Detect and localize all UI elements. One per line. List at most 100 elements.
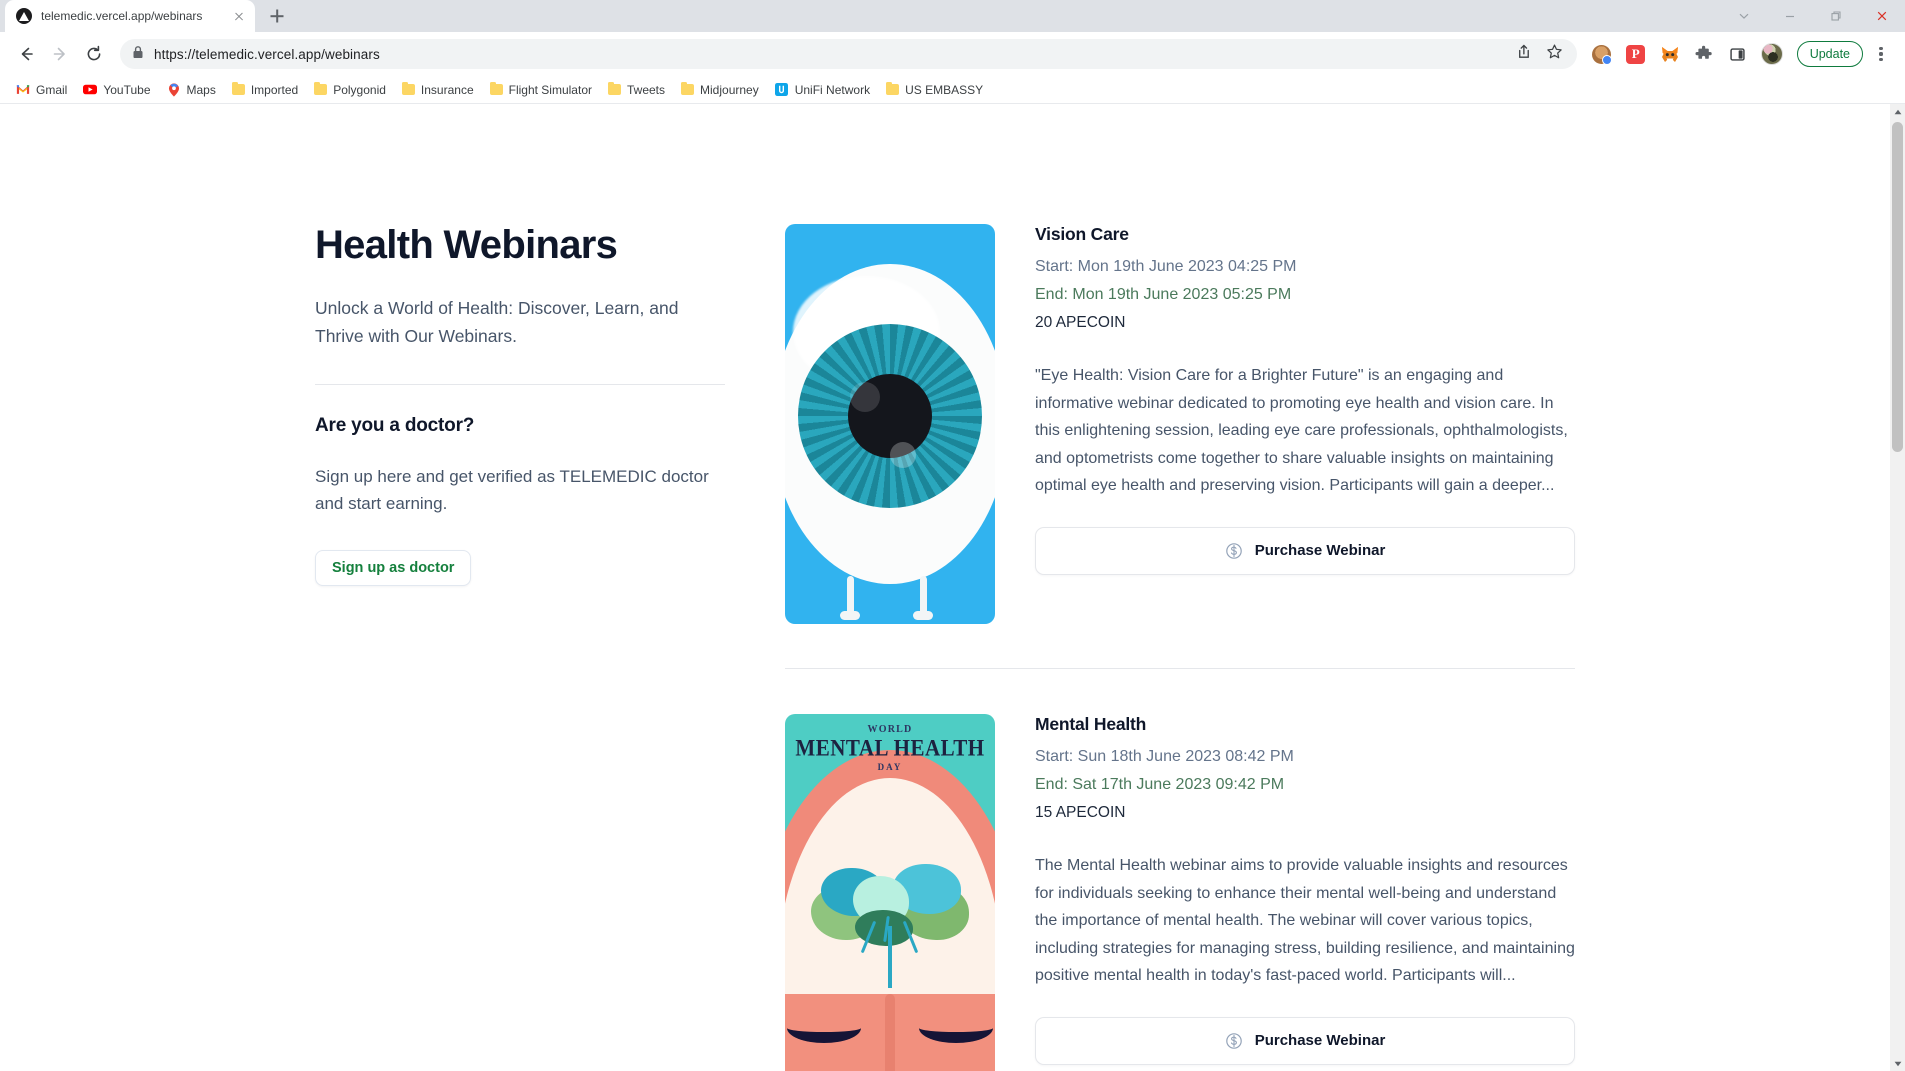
gmail-icon (16, 83, 30, 97)
purchase-webinar-button[interactable]: Purchase Webinar (1035, 527, 1575, 575)
sidepanel-icon[interactable] (1723, 39, 1753, 69)
chevron-down-icon[interactable] (1721, 0, 1767, 32)
extension-icons: P (1587, 39, 1895, 69)
webinar-list: Vision Care Start: Mon 19th June 2023 04… (785, 222, 1575, 1071)
bookmark-label: UniFi Network (795, 83, 870, 97)
bookmark-label: Imported (251, 83, 298, 97)
webinars-page: Health Webinars Unlock a World of Health… (0, 104, 1890, 1071)
browser-tab[interactable]: telemedic.vercel.app/webinars (5, 0, 255, 32)
lock-icon (132, 45, 144, 64)
bookmark-polygonid[interactable]: Polygonid (306, 80, 394, 100)
bookmark-midjourney[interactable]: Midjourney (673, 80, 767, 100)
minimize-icon[interactable] (1767, 0, 1813, 32)
purchase-webinar-button[interactable]: Purchase Webinar (1035, 1017, 1575, 1065)
webinar-thumbnail-vision-care[interactable] (785, 224, 995, 624)
forward-arrow-icon[interactable] (44, 38, 76, 70)
intro-column: Health Webinars Unlock a World of Health… (315, 222, 785, 1071)
poster-line-mental-health: MENTAL HEALTH (785, 735, 995, 762)
bookmark-label: Midjourney (700, 83, 759, 97)
bookmark-label: Flight Simulator (509, 83, 592, 97)
bookmark-flight-simulator[interactable]: Flight Simulator (482, 80, 600, 100)
bookmark-gmail[interactable]: Gmail (8, 80, 75, 100)
bookmark-tweets[interactable]: Tweets (600, 80, 673, 100)
webinar-price: 20 APECOIN (1035, 314, 1575, 332)
world-mental-health-day-poster: WORLD MENTAL HEALTH DAY (785, 714, 995, 1071)
folder-icon (681, 84, 694, 95)
purchase-button-label: Purchase Webinar (1255, 1032, 1386, 1049)
cartoon-eyeball-illustration (785, 224, 995, 624)
page-lede: Unlock a World of Health: Discover, Lear… (315, 294, 725, 351)
close-icon[interactable] (231, 8, 247, 24)
bookmark-imported[interactable]: Imported (224, 80, 306, 100)
webinar-info: Vision Care Start: Mon 19th June 2023 04… (1035, 224, 1575, 624)
webinar-info: Mental Health Start: Sun 18th June 2023 … (1035, 714, 1575, 1071)
folder-icon (886, 84, 899, 95)
folder-icon (314, 84, 327, 95)
kebab-menu-icon[interactable] (1867, 39, 1895, 69)
window-close-icon[interactable] (1859, 0, 1905, 32)
dollar-coin-icon (1225, 1032, 1243, 1050)
tab-title: telemedic.vercel.app/webinars (41, 9, 222, 23)
monkey-extension-icon[interactable] (1587, 39, 1617, 69)
webinar-end-time: End: Sat 17th June 2023 09:42 PM (1035, 776, 1575, 794)
dollar-coin-icon (1225, 542, 1243, 560)
window-controls (1721, 0, 1905, 32)
bookmark-label: Gmail (36, 83, 67, 97)
youtube-icon (83, 83, 97, 97)
bookmark-unifi-network[interactable]: UniFi Network (767, 80, 878, 100)
webinar-end-time: End: Mon 19th June 2023 05:25 PM (1035, 286, 1575, 304)
unifi-icon (775, 83, 789, 97)
back-arrow-icon[interactable] (10, 38, 42, 70)
bookmark-label: YouTube (103, 83, 150, 97)
poster-line-day: DAY (785, 762, 995, 772)
doctor-heading: Are you a doctor? (315, 415, 725, 437)
url-text: https://telemedic.vercel.app/webinars (154, 47, 380, 62)
bookmark-label: Tweets (627, 83, 665, 97)
scroll-up-arrow-icon[interactable] (1890, 104, 1905, 119)
vercel-triangle-icon (16, 8, 32, 24)
scroll-down-arrow-icon[interactable] (1890, 1056, 1905, 1071)
star-icon[interactable] (1546, 43, 1563, 65)
divider (315, 384, 725, 385)
bookmark-insurance[interactable]: Insurance (394, 80, 482, 100)
bookmark-maps[interactable]: Maps (159, 80, 224, 100)
bookmark-label: Insurance (421, 83, 474, 97)
reload-icon[interactable] (78, 38, 110, 70)
vertical-scrollbar[interactable] (1890, 104, 1905, 1071)
bookmarks-bar: Gmail YouTube Maps Importe (0, 76, 1905, 104)
restore-icon[interactable] (1813, 0, 1859, 32)
bookmark-youtube[interactable]: YouTube (75, 80, 158, 100)
webinar-thumbnail-mental-health[interactable]: WORLD MENTAL HEALTH DAY (785, 714, 995, 1071)
webinar-description: The Mental Health webinar aims to provid… (1035, 852, 1575, 990)
signup-as-doctor-button[interactable]: Sign up as doctor (315, 550, 471, 586)
address-bar[interactable]: https://telemedic.vercel.app/webinars (120, 39, 1577, 69)
google-maps-icon (167, 83, 181, 97)
share-icon[interactable] (1515, 43, 1532, 65)
webinar-card: Vision Care Start: Mon 19th June 2023 04… (785, 224, 1575, 668)
browser-toolbar: https://telemedic.vercel.app/webinars (0, 32, 1905, 76)
update-button[interactable]: Update (1797, 41, 1863, 67)
tab-strip: telemedic.vercel.app/webinars (0, 0, 1905, 32)
metamask-extension-icon[interactable] (1655, 39, 1685, 69)
bookmark-label: US EMBASSY (905, 83, 983, 97)
page-title: Health Webinars (315, 222, 725, 268)
scrollbar-thumb[interactable] (1892, 122, 1903, 452)
purchase-button-label: Purchase Webinar (1255, 542, 1386, 559)
poster-line-world: WORLD (785, 724, 995, 735)
extensions-puzzle-icon[interactable] (1689, 39, 1719, 69)
bookmark-label: Polygonid (333, 83, 386, 97)
folder-icon (608, 84, 621, 95)
folder-icon (232, 84, 245, 95)
webinar-price: 15 APECOIN (1035, 804, 1575, 822)
webinar-description: "Eye Health: Vision Care for a Brighter … (1035, 362, 1575, 500)
new-tab-button[interactable] (263, 2, 291, 30)
pocket-extension-label: P (1626, 45, 1645, 64)
bookmark-label: Maps (187, 83, 216, 97)
pocket-extension-icon[interactable]: P (1621, 39, 1651, 69)
tree-brain-illustration (805, 858, 975, 978)
webinar-title: Mental Health (1035, 714, 1575, 735)
doctor-text: Sign up here and get verified as TELEMED… (315, 463, 725, 518)
webinar-card: WORLD MENTAL HEALTH DAY (785, 668, 1575, 1071)
bookmark-us-embassy[interactable]: US EMBASSY (878, 80, 991, 100)
user-avatar[interactable] (1757, 39, 1787, 69)
